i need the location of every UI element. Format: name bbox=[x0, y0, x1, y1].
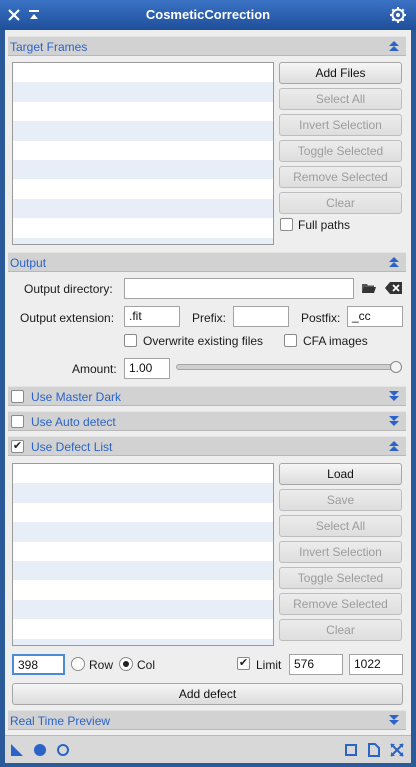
auto-detect-section-header[interactable]: Use Auto detect bbox=[8, 411, 406, 431]
document-icon[interactable] bbox=[367, 743, 381, 757]
toggle-selected-button[interactable]: Toggle Selected bbox=[279, 140, 402, 162]
defect-invert-selection-button[interactable]: Invert Selection bbox=[279, 541, 402, 563]
real-time-preview-title: Real Time Preview bbox=[10, 714, 111, 728]
maximize-icon[interactable] bbox=[390, 743, 404, 757]
output-extension-label: Output extension: bbox=[20, 311, 115, 325]
output-directory-input[interactable] bbox=[124, 278, 354, 299]
defect-toggle-selected-button[interactable]: Toggle Selected bbox=[279, 567, 402, 589]
prefix-input[interactable] bbox=[233, 306, 289, 327]
process-control-bar bbox=[5, 735, 411, 763]
defect-select-all-button[interactable]: Select All bbox=[279, 515, 402, 537]
invert-selection-button[interactable]: Invert Selection bbox=[279, 114, 402, 136]
defect-clear-button[interactable]: Clear bbox=[279, 619, 402, 641]
postfix-label: Postfix: bbox=[301, 311, 341, 325]
limit-checkbox[interactable]: ✔ bbox=[237, 657, 250, 670]
select-all-button[interactable]: Select All bbox=[279, 88, 402, 110]
postfix-input[interactable]: _cc bbox=[347, 306, 403, 327]
apply-global-icon[interactable] bbox=[33, 743, 47, 757]
output-section-header[interactable]: Output bbox=[8, 252, 406, 272]
cfa-images-label: CFA images bbox=[303, 334, 368, 348]
collapse-icon[interactable] bbox=[387, 255, 401, 269]
master-dark-checkbox[interactable] bbox=[11, 390, 24, 403]
amount-slider-handle[interactable] bbox=[390, 361, 402, 373]
defect-list[interactable] bbox=[12, 463, 274, 646]
target-frames-title: Target Frames bbox=[10, 40, 88, 54]
auto-detect-checkbox[interactable] bbox=[11, 415, 24, 428]
full-paths-label: Full paths bbox=[298, 218, 351, 232]
expand-icon[interactable] bbox=[387, 389, 401, 403]
master-dark-title: Use Master Dark bbox=[31, 390, 122, 404]
col-radio[interactable] bbox=[119, 657, 133, 671]
output-extension-input[interactable]: .fit bbox=[124, 306, 180, 327]
preview-icon[interactable] bbox=[344, 743, 358, 757]
new-instance-icon[interactable] bbox=[10, 743, 24, 757]
add-files-button[interactable]: Add Files bbox=[279, 62, 402, 84]
load-button[interactable]: Load bbox=[279, 463, 402, 485]
remove-selected-button[interactable]: Remove Selected bbox=[279, 166, 402, 188]
defect-remove-selected-button[interactable]: Remove Selected bbox=[279, 593, 402, 615]
collapse-icon[interactable] bbox=[387, 439, 401, 453]
amount-slider[interactable] bbox=[176, 364, 402, 370]
target-frames-list[interactable] bbox=[12, 62, 274, 245]
limit-label: Limit bbox=[256, 658, 282, 672]
limit-from-input[interactable]: 576 bbox=[289, 654, 343, 675]
clear-field-icon[interactable] bbox=[385, 281, 403, 295]
reset-icon[interactable] bbox=[56, 743, 70, 757]
auto-detect-title: Use Auto detect bbox=[31, 415, 116, 429]
prefix-label: Prefix: bbox=[192, 311, 227, 325]
overwrite-label: Overwrite existing files bbox=[143, 334, 264, 348]
collapse-icon[interactable] bbox=[387, 39, 401, 53]
output-title: Output bbox=[10, 256, 47, 270]
defect-list-title: Use Defect List bbox=[31, 440, 113, 454]
title-bar: CosmeticCorrection bbox=[0, 0, 416, 30]
cfa-images-checkbox[interactable] bbox=[284, 334, 297, 347]
real-time-preview-section-header[interactable]: Real Time Preview bbox=[8, 710, 406, 730]
add-defect-button[interactable]: Add defect bbox=[12, 683, 403, 705]
col-label: Col bbox=[137, 658, 156, 672]
defect-list-section-header[interactable]: ✔ Use Defect List bbox=[8, 436, 406, 456]
window-title: CosmeticCorrection bbox=[145, 7, 271, 22]
gear-icon[interactable] bbox=[388, 5, 408, 25]
expand-icon[interactable] bbox=[387, 713, 401, 727]
defect-list-checkbox[interactable]: ✔ bbox=[11, 440, 24, 453]
full-paths-checkbox[interactable] bbox=[280, 218, 293, 231]
clear-button[interactable]: Clear bbox=[279, 192, 402, 214]
overwrite-checkbox[interactable] bbox=[124, 334, 137, 347]
expand-icon[interactable] bbox=[387, 414, 401, 428]
folder-icon[interactable] bbox=[362, 282, 376, 294]
save-button[interactable]: Save bbox=[279, 489, 402, 511]
amount-label: Amount: bbox=[72, 362, 117, 376]
output-directory-label: Output directory: bbox=[24, 282, 113, 296]
master-dark-section-header[interactable]: Use Master Dark bbox=[8, 386, 406, 406]
limit-to-input[interactable]: 1022 bbox=[349, 654, 403, 675]
row-label: Row bbox=[89, 658, 114, 672]
amount-input[interactable]: 1.00 bbox=[124, 358, 170, 379]
target-frames-section-header[interactable]: Target Frames bbox=[8, 36, 406, 56]
row-radio[interactable] bbox=[71, 657, 85, 671]
defect-coordinate-input[interactable]: 398 bbox=[12, 654, 65, 675]
